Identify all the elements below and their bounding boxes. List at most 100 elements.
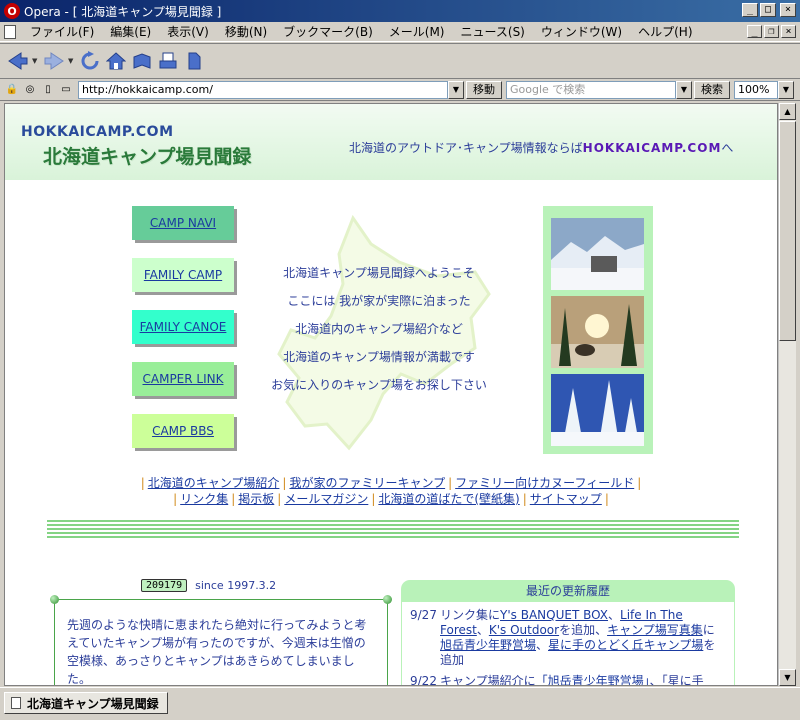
camper-link-button[interactable]: CAMPER LINK	[132, 362, 234, 396]
link-row-main: | 北海道のキャンプ場紹介 | 我が家のファミリーキャンプ | ファミリー向けカヌーフィー…	[140, 476, 642, 490]
update-link[interactable]: キャンプ場写真集	[607, 623, 703, 637]
link-hokkaido-campsites[interactable]: 北海道のキャンプ場紹介	[148, 476, 280, 490]
page-tab[interactable]: 北海道キャンプ場見聞録	[4, 692, 168, 714]
update-link[interactable]: 旭岳青少年野営場	[440, 638, 536, 652]
update-link[interactable]: Y's BANQUET BOX	[500, 608, 608, 622]
link-mail-magazine[interactable]: メールマガジン	[284, 492, 368, 506]
window-title: Opera - [ 北海道キャンプ場見聞録 ]	[24, 4, 222, 19]
update-text: リンク集にY's BANQUET BOX、Life In The Forest、…	[440, 608, 716, 667]
update-history-body: 9/27 リンク集にY's BANQUET BOX、Life In The Fo…	[401, 602, 735, 686]
update-link[interactable]: 星に手のとどく丘キャンプ場	[548, 638, 703, 652]
site-logo-jp[interactable]: 北海道キャンプ場見聞録	[43, 142, 251, 169]
update-text: キャンプ場紹介に「旭岳青少年野営場」、「星に手	[440, 674, 704, 686]
page-header: HOKKAICAMP.COM 北海道キャンプ場見聞録 北海道のアウトドア･キャン…	[5, 104, 777, 180]
greeting-line-5: お気に入りのキャンプ場をお探し下さい	[271, 378, 487, 392]
forward-history-dropdown[interactable]: ▼	[68, 49, 76, 73]
scroll-thumb[interactable]	[779, 121, 796, 341]
go-button[interactable]: 移動	[466, 80, 502, 99]
tagline-prefix: 北海道のアウトドア･キャンプ場情報ならば	[349, 141, 583, 155]
tagline-suffix: へ	[721, 141, 734, 155]
update-date: 9/27	[410, 608, 437, 622]
home-icon[interactable]	[104, 49, 128, 73]
scroll-up-button[interactable]: ▲	[779, 103, 796, 120]
camp-navi-button[interactable]: CAMP NAVI	[132, 206, 234, 240]
menu-news[interactable]: ニュース(S)	[452, 23, 532, 40]
security-icon[interactable]: 🔒	[4, 82, 20, 98]
site-logo-en[interactable]: HOKKAICAMP.COM	[21, 124, 174, 140]
address-dropdown[interactable]: ▼	[448, 80, 464, 99]
pin-icon	[383, 595, 392, 604]
search-engine-dropdown[interactable]: ▼	[676, 80, 692, 99]
camp-bbs-button[interactable]: CAMP BBS	[132, 414, 234, 448]
vertical-scrollbar[interactable]: ▲ ▼	[778, 103, 796, 686]
greeting-line-1: 北海道キャンプ場見聞録へようこそ	[283, 266, 475, 280]
greeting-line-4: 北海道のキャンプ場情報が満載です	[283, 350, 475, 364]
link-bbs[interactable]: 掲示板	[238, 492, 274, 506]
greeting-line-2: ここには 我が家が実際に泊まった	[287, 294, 471, 308]
hotlist-icon[interactable]	[130, 49, 154, 73]
maximize-button[interactable]: □	[760, 3, 776, 17]
link-family-camp[interactable]: 我が家のファミリーキャンプ	[289, 476, 445, 490]
menu-bar: ファイル(F) 編集(E) 表示(V) 移動(N) ブックマーク(B) メール(…	[0, 22, 800, 42]
page-tab-icon	[11, 697, 21, 709]
mdi-minimize-button[interactable]: _	[747, 25, 762, 38]
menu-view[interactable]: 表示(V)	[159, 23, 217, 40]
family-camp-button[interactable]: FAMILY CAMP	[132, 258, 234, 292]
title-bar: O Opera - [ 北海道キャンプ場見聞録 ] _ □ ×	[0, 0, 800, 22]
photo-snowy-camp[interactable]	[551, 218, 644, 290]
link-wallpaper[interactable]: 北海道の道ばたで(壁紙集)	[378, 492, 519, 506]
menu-navigate[interactable]: 移動(N)	[217, 23, 275, 40]
scroll-down-button[interactable]: ▼	[779, 669, 796, 686]
back-history-dropdown[interactable]: ▼	[32, 49, 40, 73]
mdi-close-button[interactable]: ×	[781, 25, 796, 38]
forward-icon[interactable]	[42, 49, 66, 73]
update-history-panel: 最近の更新履歴 9/27 リンク集にY's BANQUET BOX、Life I…	[401, 580, 735, 686]
reload-icon[interactable]	[78, 49, 102, 73]
new-page-icon[interactable]	[182, 49, 206, 73]
menu-bookmarks[interactable]: ブックマーク(B)	[275, 23, 381, 40]
back-icon[interactable]	[6, 49, 30, 73]
update-link[interactable]: K's Outdoor	[489, 623, 559, 637]
menu-window[interactable]: ウィンドウ(W)	[533, 23, 630, 40]
page-icon[interactable]	[4, 24, 16, 39]
family-canoe-button[interactable]: FAMILY CANOE	[132, 310, 234, 344]
menu-edit[interactable]: 編集(E)	[102, 23, 159, 40]
mdi-restore-button[interactable]: ❐	[764, 25, 779, 38]
search-button[interactable]: 検索	[694, 80, 730, 99]
search-input[interactable]: Google で検索	[506, 80, 676, 99]
photo-sunset-tent[interactable]	[551, 296, 644, 368]
document-icon[interactable]: ▯	[40, 82, 56, 98]
menu-help[interactable]: ヘルプ(H)	[630, 23, 700, 40]
print-preview-icon[interactable]: ▭	[58, 82, 74, 98]
tagline-highlight: HOKKAICAMP.COM	[582, 141, 722, 155]
link-links[interactable]: リンク集	[180, 492, 228, 506]
message-box: 先週のような快晴に恵まれたら絶対に行ってみようと考えていたキャンプ場が有ったので…	[50, 595, 392, 686]
update-entry: 9/22 キャンプ場紹介に「旭岳青少年野営場」、「星に手	[410, 674, 726, 686]
cookie-icon[interactable]: ◎	[22, 82, 38, 98]
update-link[interactable]: 「旭岳青少年野営場」	[536, 674, 650, 685]
menu-mail[interactable]: メール(M)	[381, 23, 453, 40]
address-input[interactable]: http://hokkaicamp.com/	[78, 80, 448, 99]
counter-value: 209179	[141, 579, 188, 592]
link-canoe-field[interactable]: ファミリー向けカヌーフィールド	[455, 476, 634, 490]
minimize-button[interactable]: _	[742, 3, 758, 17]
page-viewport: HOKKAICAMP.COM 北海道キャンプ場見聞録 北海道のアウトドア･キャン…	[4, 103, 778, 686]
print-icon[interactable]	[156, 49, 180, 73]
greeting-line-3: 北海道内のキャンプ場紹介など	[295, 322, 463, 336]
menu-file[interactable]: ファイル(F)	[22, 23, 102, 40]
update-entry: 9/27 リンク集にY's BANQUET BOX、Life In The Fo…	[410, 608, 726, 668]
zoom-select[interactable]: 100%	[734, 80, 778, 99]
update-date: 9/22	[410, 674, 437, 686]
navigation-toolbar: ▼ ▼	[0, 43, 800, 79]
divider-stripes	[47, 520, 739, 540]
photo-winter-forest[interactable]	[551, 374, 644, 446]
header-tagline: 北海道のアウトドア･キャンプ場情報ならばHOKKAICAMP.COMへ	[349, 139, 733, 156]
photo-column	[543, 206, 653, 454]
counter-since: since 1997.3.2	[195, 579, 277, 592]
link-sitemap[interactable]: サイトマップ	[530, 492, 602, 506]
update-history-title: 最近の更新履歴	[401, 580, 735, 602]
page-tab-label: 北海道キャンプ場見聞録	[27, 696, 159, 711]
message-text: 先週のような快晴に恵まれたら絶対に行ってみようと考えていたキャンプ場が有ったので…	[67, 618, 367, 686]
close-button[interactable]: ×	[780, 3, 796, 17]
zoom-dropdown[interactable]: ▼	[778, 80, 794, 99]
